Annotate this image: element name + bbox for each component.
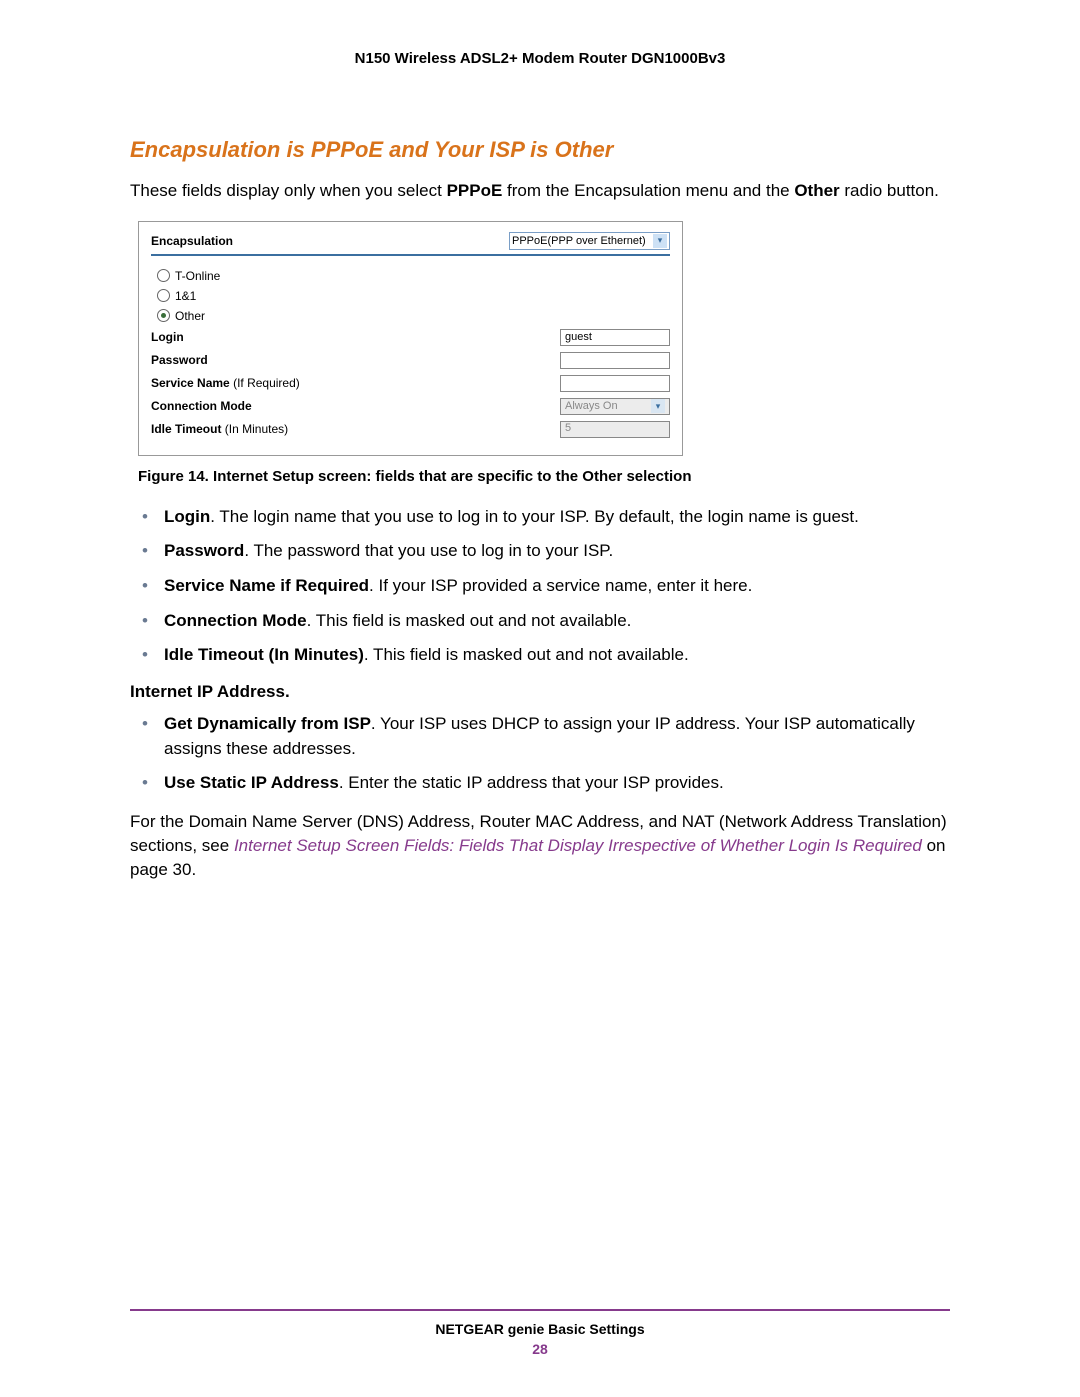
login-row: Login: [151, 326, 670, 349]
service-name-label: Service Name: [151, 376, 230, 390]
section-heading: Encapsulation is PPPoE and Your ISP is O…: [130, 137, 950, 163]
list-item: Use Static IP Address. Enter the static …: [130, 771, 950, 796]
intro-text-pre: These fields display only when you selec…: [130, 181, 447, 200]
idle-timeout-label: Idle Timeout: [151, 422, 221, 436]
list-item-text: . This field is masked out and not avail…: [307, 611, 632, 630]
list-item-text: . The login name that you use to log in …: [210, 507, 859, 526]
list-item: Service Name if Required. If your ISP pr…: [130, 574, 950, 599]
list-item-bold: Get Dynamically from ISP: [164, 714, 371, 733]
radio-selected-dot-icon: [161, 313, 166, 318]
header-product-title: N150 Wireless ADSL2+ Modem Router DGN100…: [130, 50, 950, 67]
login-label: Login: [151, 330, 184, 344]
idle-timeout-row: Idle Timeout (In Minutes) 5: [151, 418, 670, 441]
footer-title: NETGEAR genie Basic Settings: [130, 1321, 950, 1337]
login-input[interactable]: [560, 329, 670, 346]
password-label: Password: [151, 353, 208, 367]
intro-bold-other: Other: [794, 181, 839, 200]
radio-label: 1&1: [175, 289, 196, 303]
footer-page-number: 28: [130, 1341, 950, 1357]
list-item: Login. The login name that you use to lo…: [130, 505, 950, 530]
list-item-bold: Connection Mode: [164, 611, 307, 630]
radio-label: Other: [175, 309, 205, 323]
internet-ip-subhead: Internet IP Address.: [130, 682, 950, 702]
closing-paragraph: For the Domain Name Server (DNS) Address…: [130, 810, 950, 881]
idle-timeout-paren: (In Minutes): [221, 422, 288, 436]
connection-mode-row: Connection Mode Always On ▾: [151, 395, 670, 418]
intro-text-mid: from the Encapsulation menu and the: [502, 181, 794, 200]
list-item-text: . Enter the static IP address that your …: [339, 773, 724, 792]
list-item: Connection Mode. This field is masked ou…: [130, 609, 950, 634]
encapsulation-label: Encapsulation: [151, 234, 233, 248]
password-input[interactable]: [560, 352, 670, 369]
connection-mode-select: Always On ▾: [560, 398, 670, 415]
document-page: N150 Wireless ADSL2+ Modem Router DGN100…: [0, 0, 1080, 1397]
radio-option-1and1[interactable]: 1&1: [151, 286, 670, 306]
radio-label: T-Online: [175, 269, 220, 283]
service-name-input[interactable]: [560, 375, 670, 392]
list-item-text: . This field is masked out and not avail…: [364, 645, 689, 664]
list-item: Password. The password that you use to l…: [130, 539, 950, 564]
intro-paragraph: These fields display only when you selec…: [130, 179, 950, 203]
page-footer: NETGEAR genie Basic Settings 28: [130, 1309, 950, 1357]
list-item: Idle Timeout (In Minutes). This field is…: [130, 643, 950, 668]
cross-reference-link[interactable]: Internet Setup Screen Fields: Fields Tha…: [234, 836, 922, 855]
radio-icon: [157, 289, 170, 302]
encapsulation-select[interactable]: PPPoE(PPP over Ethernet) ▾: [509, 232, 670, 250]
list-item: Get Dynamically from ISP. Your ISP uses …: [130, 712, 950, 761]
chevron-down-icon: ▾: [651, 399, 665, 413]
password-row: Password: [151, 349, 670, 372]
list-item-text: . The password that you use to log in to…: [244, 541, 613, 560]
radio-icon: [157, 309, 170, 322]
figure-screenshot: Encapsulation PPPoE(PPP over Ethernet) ▾…: [138, 221, 683, 456]
field-description-list: Login. The login name that you use to lo…: [130, 505, 950, 668]
list-item-bold: Idle Timeout (In Minutes): [164, 645, 364, 664]
encapsulation-row: Encapsulation PPPoE(PPP over Ethernet) ▾: [151, 232, 670, 256]
intro-text-post: radio button.: [840, 181, 939, 200]
connection-mode-label: Connection Mode: [151, 399, 252, 413]
chevron-down-icon: ▾: [653, 234, 667, 248]
list-item-bold: Login: [164, 507, 210, 526]
radio-option-other[interactable]: Other: [151, 306, 670, 326]
service-name-row: Service Name (If Required): [151, 372, 670, 395]
radio-option-tonline[interactable]: T-Online: [151, 266, 670, 286]
figure-caption: Figure 14. Internet Setup screen: fields…: [138, 468, 950, 485]
list-item-text: . If your ISP provided a service name, e…: [369, 576, 752, 595]
list-item-bold: Use Static IP Address: [164, 773, 339, 792]
connection-mode-value: Always On: [565, 400, 618, 412]
ip-address-list: Get Dynamically from ISP. Your ISP uses …: [130, 712, 950, 796]
intro-bold-pppoe: PPPoE: [447, 181, 503, 200]
list-item-bold: Password: [164, 541, 244, 560]
list-item-bold: Service Name if Required: [164, 576, 369, 595]
idle-timeout-input: 5: [560, 421, 670, 438]
service-name-paren: (If Required): [230, 376, 300, 390]
radio-icon: [157, 269, 170, 282]
encapsulation-select-value: PPPoE(PPP over Ethernet): [512, 235, 646, 247]
